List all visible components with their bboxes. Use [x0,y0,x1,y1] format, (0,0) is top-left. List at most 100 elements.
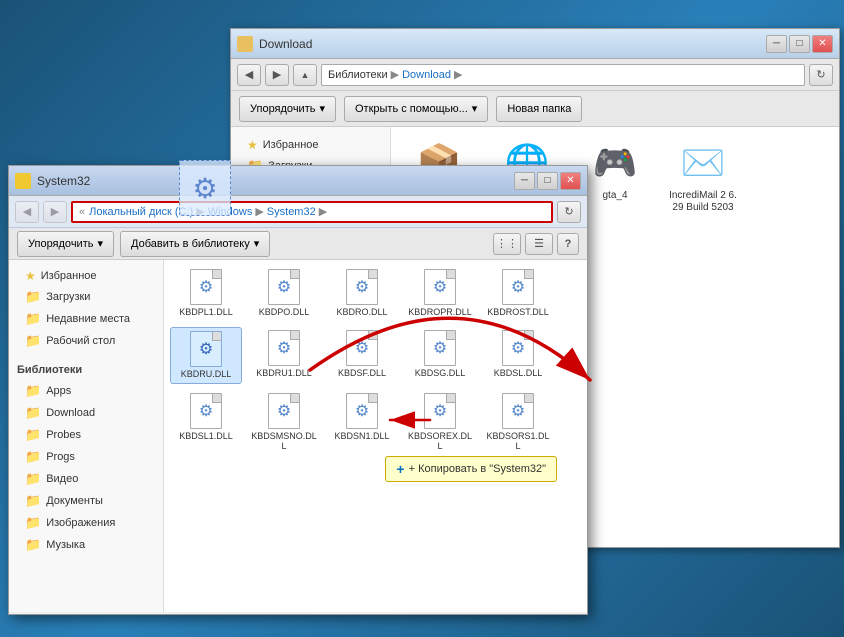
dll-drag-ghost: ⚙ [170,160,240,230]
dll-kbdsmsno-icon: ⚙ [266,393,302,429]
dll-kbdru-icon: ⚙ [188,331,224,367]
folder-icon: 📁 [25,537,41,553]
dll-kbdsl-icon: ⚙ [500,330,536,366]
organize-button-front[interactable]: Упорядочить ▾ [17,231,114,257]
sidebar-item-apps-front[interactable]: 📁 Apps [9,380,163,402]
dll-kbdsn1[interactable]: ⚙ KBDSN1.DLL [326,390,398,456]
refresh-button-front[interactable]: ↻ [557,201,581,223]
add-to-library-button[interactable]: Добавить в библиотеку ▾ [120,231,270,257]
view-details-button[interactable]: ⋮⋮ [493,233,521,255]
dll-kbdpl1[interactable]: ⚙ KBDPL1.DLL [170,266,242,321]
dll-kbdru1-icon: ⚙ [266,330,302,366]
organize-button-back[interactable]: Упорядочить ▾ [239,96,336,122]
folder-icon: 📁 [25,493,41,509]
main-files-front: ⚙ KBDPL1.DLL ⚙ KBDPO.DLL ⚙ KBDRO.DLL [164,260,587,612]
dll-kbdropr-icon: ⚙ [422,269,458,305]
maximize-button-front[interactable]: □ [537,172,558,190]
dll-kbdsorex[interactable]: ⚙ KBDSOREX.DLL [404,390,476,456]
dll-kbdsl[interactable]: ⚙ KBDSL.DLL [482,327,554,384]
sidebar-item-favorites-front[interactable]: ★ Избранное [9,266,163,286]
sidebar-item-video-front[interactable]: 📁 Видео [9,468,163,490]
new-folder-button[interactable]: Новая папка [496,96,582,122]
gta-icon: 🎮 [591,139,639,187]
back-button-front[interactable]: ◀ [15,201,39,223]
gta-label: gta_4 [602,190,627,202]
maximize-button-back[interactable]: □ [789,35,810,53]
dll-kbdsl1-icon: ⚙ [188,393,224,429]
dll-kbdro-icon: ⚙ [344,269,380,305]
star-icon: ★ [247,138,258,152]
titlebar-front-controls: ─ □ ✕ [514,172,581,190]
sidebar-item-docs-front[interactable]: 📁 Документы [9,490,163,512]
folder-icon: 📁 [25,471,41,487]
close-button-back[interactable]: ✕ [812,35,833,53]
refresh-button-back[interactable]: ↻ [809,64,833,86]
sidebar-item-favorites-back[interactable]: ★ Избранное [231,135,390,155]
dll-kbdropr[interactable]: ⚙ KBDROPR.DLL [404,266,476,321]
open-with-button[interactable]: Открыть с помощью... ▾ [344,96,488,122]
view-list-button[interactable]: ☰ [525,233,553,255]
forward-button-back[interactable]: ▶ [265,64,289,86]
libraries-section-front: Библиотеки 📁 Apps 📁 Download 📁 Probes [9,360,163,556]
folder-icon: 📁 [25,405,41,421]
dll-kbdro-label: KBDRO.DLL [336,307,387,318]
minimize-button-front[interactable]: ─ [514,172,535,190]
folder-icon: 📁 [25,515,41,531]
dll-kbdrost[interactable]: ⚙ KBDROST.DLL [482,266,554,321]
path-download: Download [402,69,451,81]
dll-kbdsors1-icon: ⚙ [500,393,536,429]
path-system32: System32 [267,206,316,218]
up-button-back[interactable]: ▲ [293,64,317,86]
address-path-back[interactable]: Библиотеки ▶ Download ▶ [321,64,805,86]
sidebar-item-music-front[interactable]: 📁 Музыка [9,534,163,556]
dll-kbdpo-label: KBDPO.DLL [259,307,310,318]
dll-kbdsg[interactable]: ⚙ KBDSG.DLL [404,327,476,384]
favorites-section-front: ★ Избранное 📁 Загрузки 📁 Недавние места … [9,266,163,352]
folder-icon: 📁 [25,311,41,327]
window-content-front: ★ Избранное 📁 Загрузки 📁 Недавние места … [9,260,587,612]
close-button-front[interactable]: ✕ [560,172,581,190]
dll-kbdsg-label: KBDSG.DLL [415,368,466,379]
dll-kbdpo[interactable]: ⚙ KBDPO.DLL [248,266,320,321]
address-path-front[interactable]: « Локальный диск (C:) ▶ Windows ▶ System… [71,201,553,223]
back-button-back[interactable]: ◀ [237,64,261,86]
address-bar-back: ◀ ▶ ▲ Библиотеки ▶ Download ▶ ↻ [231,59,839,91]
copy-plus-icon: + [396,461,404,477]
dll-kbdru1[interactable]: ⚙ KBDRU1.DLL [248,327,320,384]
window-front-system32: System32 ─ □ ✕ ◀ ▶ « Локальный диск (C:)… [8,165,588,615]
sidebar-item-probes-front[interactable]: 📁 Probes [9,424,163,446]
dll-kbdsl1-label: KBDSL1.DLL [179,431,233,442]
dll-kbdsn1-icon: ⚙ [344,393,380,429]
dll-kbdru[interactable]: ⚙ KBDRU.DLL [170,327,242,384]
dll-kbdsmsno-label: KBDSMSNO.DLL [251,431,317,453]
dll-kbdru1-label: KBDRU1.DLL [256,368,312,379]
sidebar-item-download-front[interactable]: 📁 Download [9,402,163,424]
sidebar-front: ★ Избранное 📁 Загрузки 📁 Недавние места … [9,260,164,612]
copy-tooltip-text: + Копировать в "System32" [409,463,546,475]
dll-kbdro[interactable]: ⚙ KBDRO.DLL [326,266,398,321]
dll-kbdsl1[interactable]: ⚙ KBDSL1.DLL [170,390,242,456]
star-icon: ★ [25,269,36,283]
folder-icon: 📁 [25,333,41,349]
forward-button-front[interactable]: ▶ [43,201,67,223]
folder-icon: 📁 [25,383,41,399]
dll-kbdsf[interactable]: ⚙ KBDSF.DLL [326,327,398,384]
sidebar-item-progs-front[interactable]: 📁 Progs [9,446,163,468]
file-item-incredimail[interactable]: ✉️ IncrediMail 2 6.29 Build 5203 [663,135,743,230]
dll-kbdpl1-label: KBDPL1.DLL [179,307,233,318]
folder-icon: 📁 [25,289,41,305]
sidebar-item-recent-front[interactable]: 📁 Недавние места [9,308,163,330]
dll-kbdsors1[interactable]: ⚙ KBDSORS1.DLL [482,390,554,456]
minimize-button-back[interactable]: ─ [766,35,787,53]
sidebar-item-desktop-front[interactable]: 📁 Рабочий стол [9,330,163,352]
libraries-title-front: Библиотеки [9,360,163,380]
help-button[interactable]: ? [557,233,579,255]
dll-kbdpo-icon: ⚙ [266,269,302,305]
folder-icon: 📁 [25,449,41,465]
desktop: Download ─ □ ✕ ◀ ▶ ▲ Библиотеки ▶ Downlo… [0,0,844,637]
dll-kbdrost-label: KBDROST.DLL [487,307,549,318]
sidebar-item-images-front[interactable]: 📁 Изображения [9,512,163,534]
sidebar-item-downloads-front[interactable]: 📁 Загрузки [9,286,163,308]
dll-kbdsmsno[interactable]: ⚙ KBDSMSNO.DLL [248,390,320,456]
titlebar-back: Download ─ □ ✕ [231,29,839,59]
